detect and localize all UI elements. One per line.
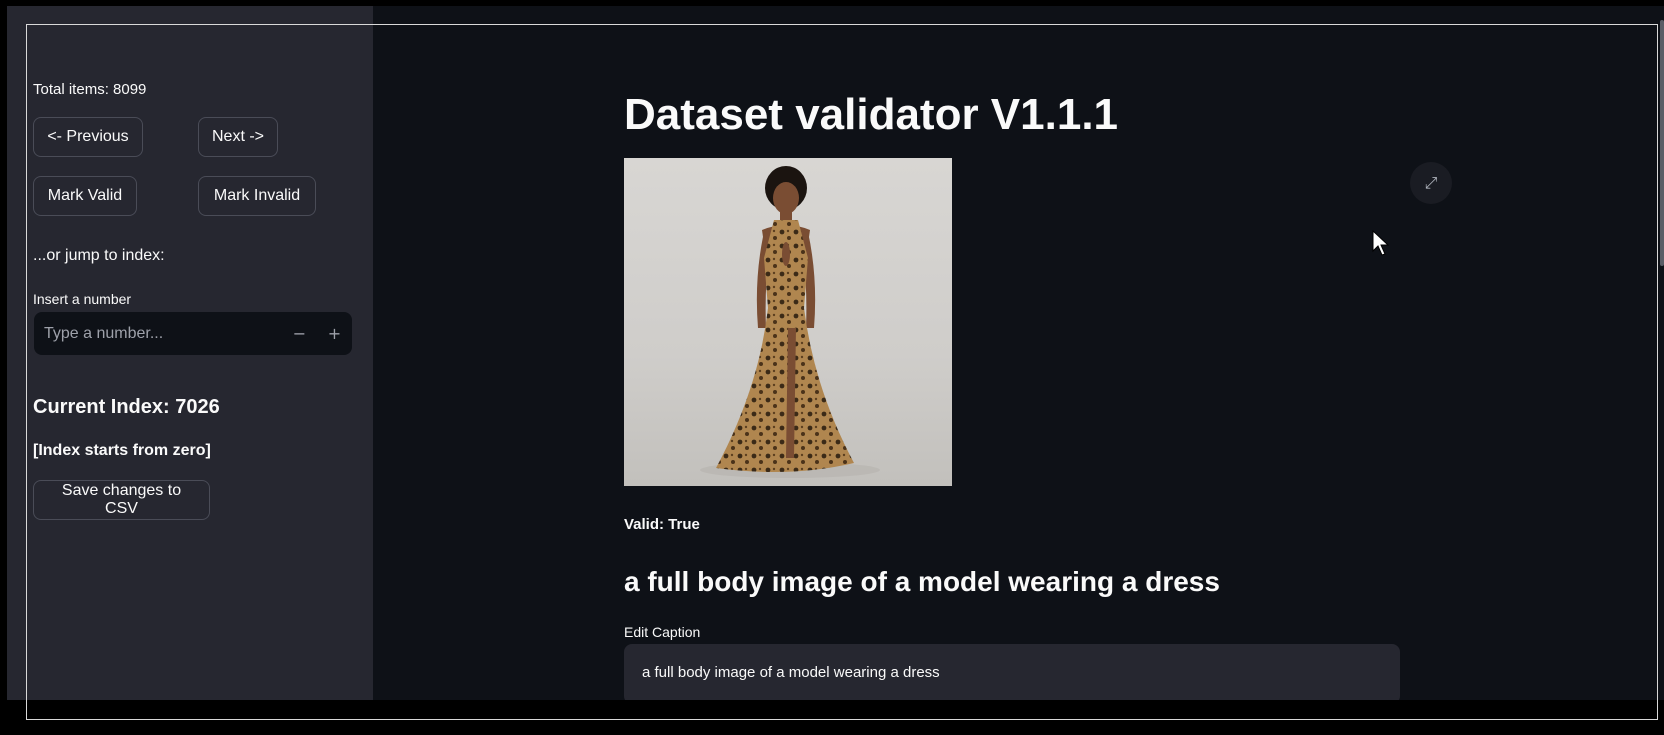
valid-status-text: Valid: True [624,516,700,533]
model-photo-illustration [700,166,880,478]
increment-button[interactable]: + [317,312,352,355]
index-number-field: − + [34,312,352,355]
page-title: Dataset validator V1.1.1 [624,90,1119,139]
sidebar: Total items: 8099 <- Previous Next -> Ma… [7,6,373,700]
mark-valid-button[interactable]: Mark Valid [33,176,137,216]
jump-to-index-text: ...or jump to index: [33,247,165,264]
current-index-text: Current Index: 7026 [33,396,220,418]
fullscreen-button[interactable]: ⤢ [1410,162,1452,204]
decrement-button[interactable]: − [282,312,317,355]
save-csv-button[interactable]: Save changes to CSV [33,480,210,520]
total-items-text: Total items: 8099 [33,81,147,98]
scrollbar[interactable] [1660,20,1664,266]
previous-button[interactable]: <- Previous [33,117,143,157]
next-button[interactable]: Next -> [198,117,278,157]
expand-icon: ⤢ [1424,173,1438,192]
edit-caption-label: Edit Caption [624,624,701,640]
caption-heading: a full body image of a model wearing a d… [624,566,1220,597]
dataset-image [624,158,952,486]
bottom-bar [0,700,1664,735]
caption-textarea[interactable]: a full body image of a model wearing a d… [624,644,1400,704]
mouse-pointer-icon [1372,230,1390,256]
insert-number-label: Insert a number [33,291,132,307]
index-number-input[interactable] [34,312,282,355]
index-note-text: [Index starts from zero] [33,442,211,459]
mark-invalid-button[interactable]: Mark Invalid [198,176,316,216]
